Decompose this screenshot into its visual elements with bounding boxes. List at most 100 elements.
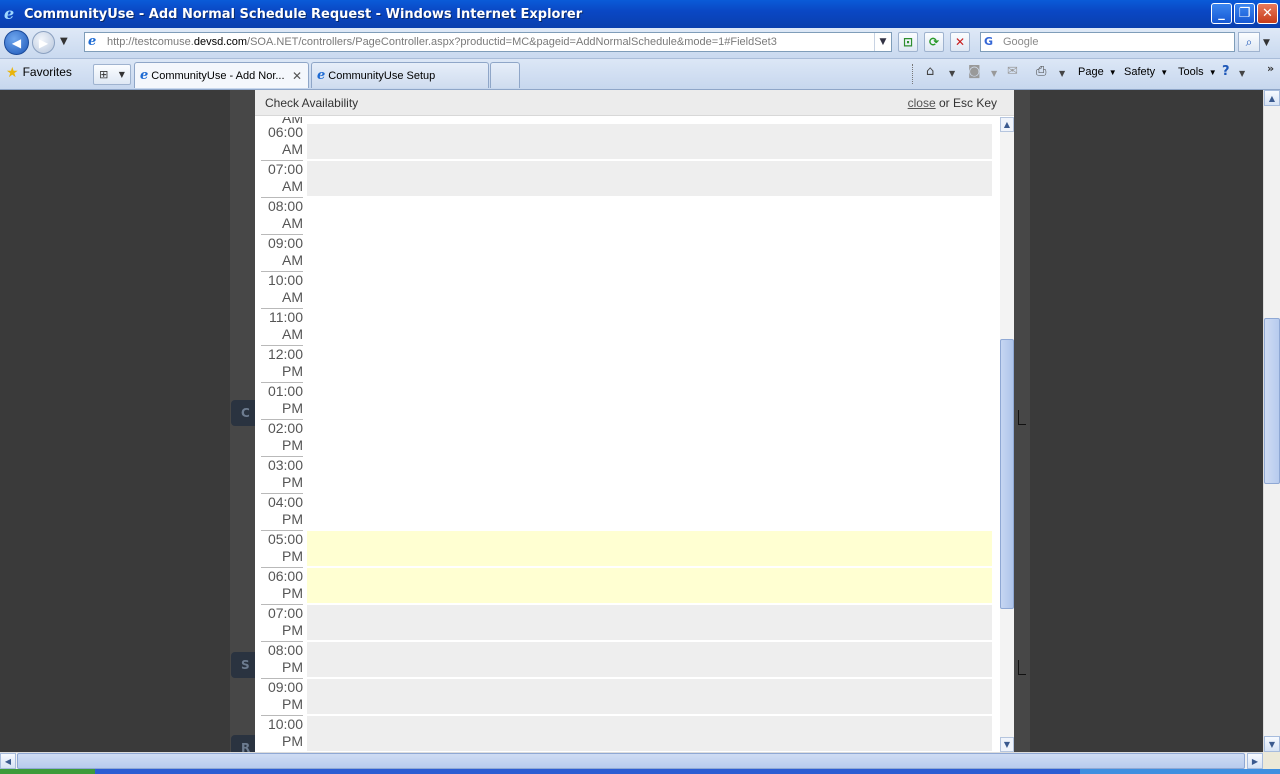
time-slot-hour: 10:00: [267, 272, 303, 288]
page-icon: e: [88, 34, 97, 49]
tools-menu[interactable]: Tools ▼: [1178, 66, 1217, 78]
time-slot-period: PM: [282, 363, 303, 379]
close-tab-icon[interactable]: ✕: [292, 69, 302, 83]
recent-pages-dropdown-icon[interactable]: ▼: [60, 36, 68, 47]
time-slot-row[interactable]: 06:00 PM: [255, 568, 1000, 605]
time-slot-row[interactable]: 07:00 AM: [255, 161, 1000, 198]
time-slot-row[interactable]: 01:00 PM: [255, 383, 1000, 420]
time-slot-row[interactable]: 08:00 AM: [255, 198, 1000, 235]
scrollbar-corner: [1263, 752, 1280, 769]
search-button[interactable]: ⌕: [1238, 32, 1260, 52]
time-slot-hour: 01:00: [267, 383, 303, 399]
horizontal-scroll-thumb[interactable]: [17, 753, 1245, 769]
time-slot-row[interactable]: 12:00 PM: [255, 346, 1000, 383]
tab-communityuse-setup[interactable]: e CommunityUse Setup: [311, 62, 489, 88]
time-slot-cell[interactable]: [307, 457, 992, 492]
time-slot-cell[interactable]: [307, 568, 992, 603]
time-slot-cell[interactable]: [307, 679, 992, 714]
tabs-bar: ★ Favorites ⊞ ▼ e CommunityUse - Add Nor…: [0, 59, 1280, 90]
favorites-label: Favorites: [22, 65, 72, 79]
time-slot-hour: 02:00: [267, 420, 303, 436]
time-slot-row[interactable]: 08:00 PM: [255, 642, 1000, 679]
time-slot-cell[interactable]: [307, 420, 992, 455]
time-slot-cell[interactable]: [307, 161, 992, 196]
dialog-scroll-thumb[interactable]: [1000, 339, 1014, 609]
time-slot-row[interactable]: 04:00 PM: [255, 494, 1000, 531]
ie-page-icon: e: [140, 68, 149, 83]
time-slot-row[interactable]: 09:00 AM: [255, 235, 1000, 272]
time-slot-row[interactable]: 11:00 AM: [255, 309, 1000, 346]
page-menu[interactable]: Page ▼: [1078, 66, 1117, 78]
compatibility-view-icon[interactable]: ⊡: [898, 32, 918, 52]
time-slot-row[interactable]: 03:00 PM: [255, 457, 1000, 494]
time-slot-row[interactable]: 09:00 PM: [255, 679, 1000, 716]
tab-list-dropdown-icon[interactable]: ▼: [119, 70, 125, 79]
help-dropdown-icon[interactable]: ▼: [1239, 69, 1245, 78]
refresh-icon[interactable]: ⟳: [924, 32, 944, 52]
time-slot-cell[interactable]: [307, 346, 992, 381]
scroll-down-icon[interactable]: ▼: [1000, 737, 1014, 752]
time-slot-cell[interactable]: [307, 605, 992, 640]
time-slot-row[interactable]: 06:00 AM: [255, 124, 1000, 161]
time-slot-label: 07:00 PM: [261, 605, 303, 642]
minimize-button[interactable]: _: [1211, 3, 1232, 24]
dialog-header: Check Availability close or Esc Key: [255, 90, 1014, 116]
search-options-icon[interactable]: ▼: [1263, 38, 1270, 48]
close-window-button[interactable]: ✕: [1257, 3, 1278, 24]
time-slot-period: PM: [282, 733, 303, 749]
time-slot-row[interactable]: 07:00 PM: [255, 605, 1000, 642]
search-field[interactable]: G Google: [980, 32, 1235, 52]
new-tab-button[interactable]: [490, 62, 520, 88]
time-slot-cell[interactable]: [307, 272, 992, 307]
more-commands-icon[interactable]: »: [1267, 62, 1274, 75]
time-slot-row[interactable]: 05:00 PM: [255, 531, 1000, 568]
time-slot-cell[interactable]: [307, 383, 992, 418]
address-url[interactable]: http://testcomuse.devsd.com/SOA.NET/cont…: [107, 36, 777, 48]
scroll-up-icon[interactable]: ▲: [1264, 90, 1280, 106]
time-slot-label: 06:00 AM: [261, 124, 303, 161]
time-slot-cell[interactable]: [307, 124, 992, 159]
time-slot-cell[interactable]: [307, 235, 992, 270]
favorites-button[interactable]: ★ Favorites: [6, 65, 72, 79]
back-arrow-icon: ◀: [11, 35, 22, 50]
dialog-scrollbar[interactable]: ▲ ▼: [1000, 117, 1014, 752]
help-icon[interactable]: ?: [1222, 64, 1230, 79]
back-button[interactable]: ◀: [4, 30, 29, 55]
forward-button[interactable]: ▶: [32, 31, 55, 54]
time-slot-row[interactable]: 10:00 AM: [255, 272, 1000, 309]
home-icon[interactable]: ⌂: [926, 64, 934, 79]
restore-button[interactable]: ❐: [1234, 3, 1255, 24]
print-dropdown-icon[interactable]: ▼: [1059, 69, 1065, 78]
read-mail-icon[interactable]: ✉: [1007, 64, 1018, 79]
window-titlebar[interactable]: e CommunityUse - Add Normal Schedule Req…: [0, 0, 1280, 28]
address-bar[interactable]: e http://testcomuse.devsd.com/SOA.NET/co…: [84, 32, 892, 52]
time-slot-cell[interactable]: [307, 642, 992, 677]
time-slot-cell[interactable]: [307, 309, 992, 344]
scroll-up-icon[interactable]: ▲: [1000, 117, 1014, 132]
time-slot-cell[interactable]: [307, 531, 992, 566]
print-icon[interactable]: ⎙: [1036, 64, 1046, 79]
close-link[interactable]: close: [908, 96, 936, 110]
window-horizontal-scrollbar[interactable]: ◀ ▶: [0, 752, 1263, 769]
time-slot-cell[interactable]: [307, 198, 992, 233]
time-slot-cell[interactable]: [307, 716, 992, 751]
time-slot-period: AM: [282, 178, 303, 194]
time-slot-label: 01:00 PM: [261, 383, 303, 420]
tab-add-normal-schedule[interactable]: e CommunityUse - Add Nor... ✕: [134, 62, 309, 88]
address-dropdown-icon[interactable]: ▼: [874, 33, 891, 51]
scroll-down-icon[interactable]: ▼: [1264, 736, 1280, 752]
quick-tabs-button[interactable]: ⊞ ▼: [93, 64, 131, 85]
scroll-right-icon[interactable]: ▶: [1247, 753, 1263, 769]
time-slot-cell[interactable]: [307, 494, 992, 529]
time-slot-row[interactable]: 02:00 PM: [255, 420, 1000, 457]
time-slot-row[interactable]: 10:00 PM: [255, 716, 1000, 752]
time-slot-label: 09:00 AM: [261, 235, 303, 272]
scroll-left-icon[interactable]: ◀: [0, 753, 16, 769]
home-dropdown-icon[interactable]: ▼: [949, 69, 955, 78]
vertical-scroll-thumb[interactable]: [1264, 318, 1280, 484]
feeds-dropdown-icon[interactable]: ▼: [991, 69, 997, 78]
window-vertical-scrollbar[interactable]: ▲ ▼: [1263, 90, 1280, 752]
safety-menu[interactable]: Safety ▼: [1124, 66, 1168, 78]
stop-icon[interactable]: ✕: [950, 32, 970, 52]
feeds-icon[interactable]: ◙: [968, 64, 981, 79]
